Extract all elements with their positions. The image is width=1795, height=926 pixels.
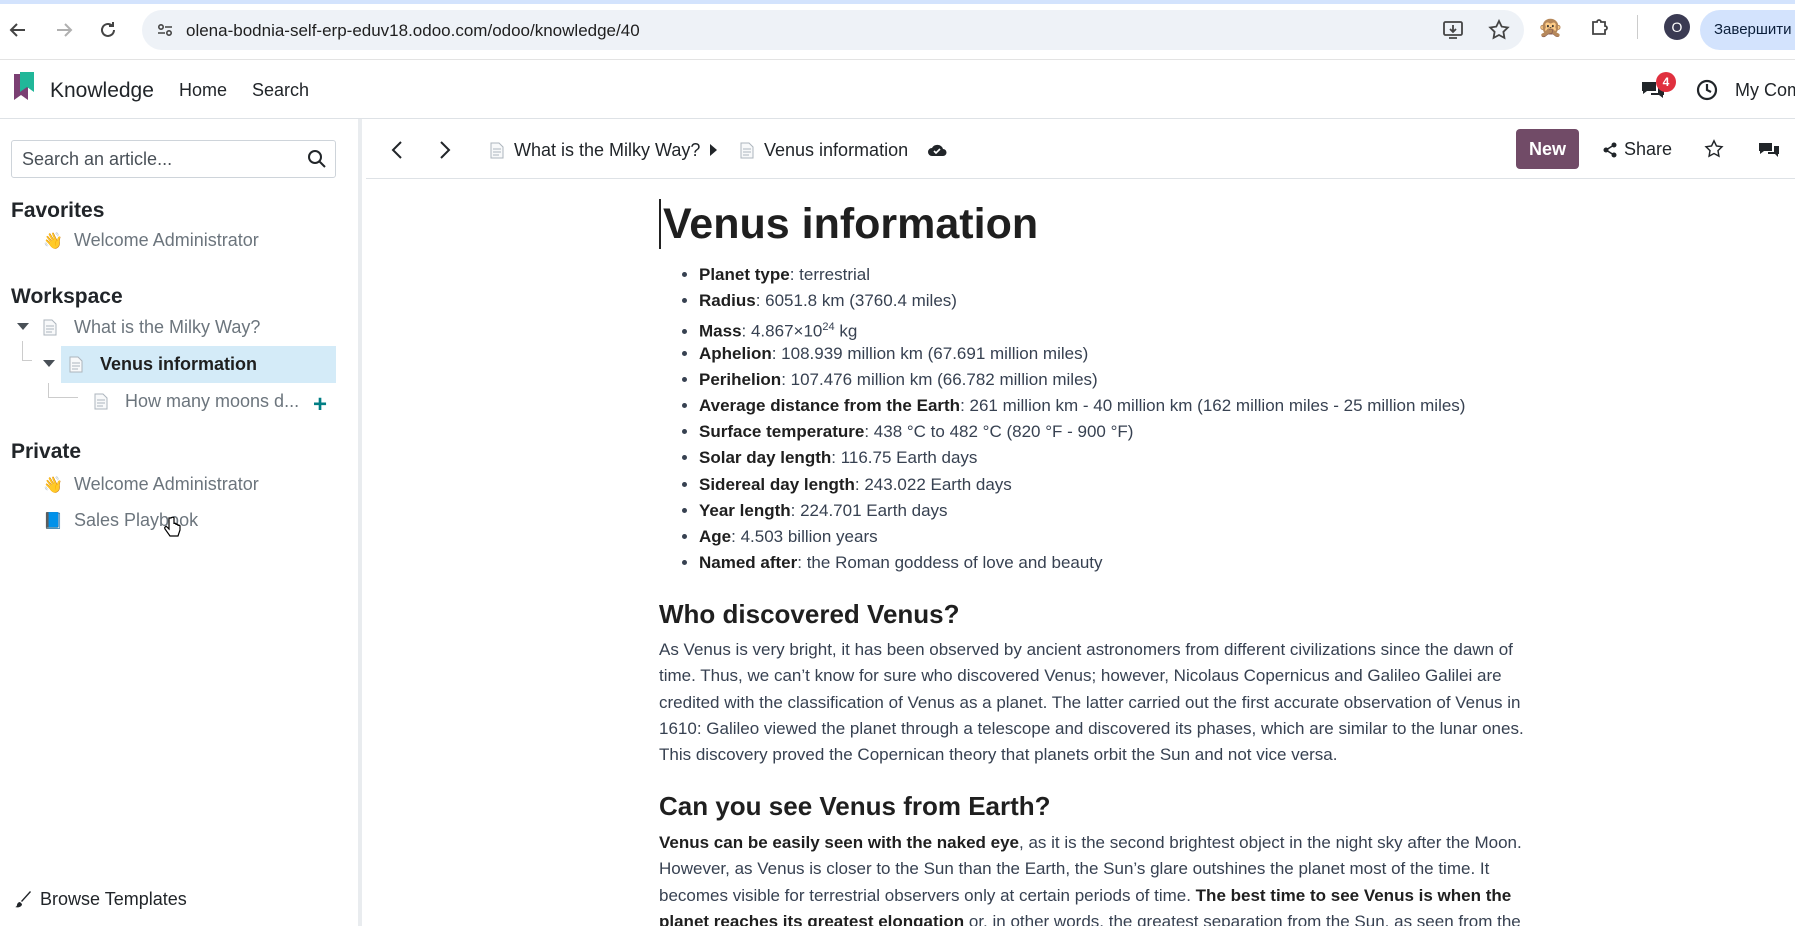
app-header: Knowledge Home Search 4 My Company — [0, 60, 1795, 119]
document-icon — [69, 356, 83, 373]
menu-search[interactable]: Search — [252, 80, 309, 101]
waving-hand-icon: 👋 — [43, 476, 63, 494]
breadcrumb-current: Venus information — [740, 140, 908, 161]
company-switcher[interactable]: My Company — [1735, 80, 1795, 101]
fact-item: Average distance from the Earth: 261 mil… — [699, 393, 1465, 419]
document-icon — [740, 142, 754, 159]
browser-toolbar: olena-bodnia-self-erp-eduv18.odoo.com/od… — [0, 0, 1795, 60]
bookmark-star-icon[interactable] — [1488, 19, 1510, 41]
fact-item: Solar day length: 116.75 Earth days — [699, 445, 1465, 471]
app-name[interactable]: Knowledge — [50, 79, 154, 103]
private-item-label: Welcome Administrator — [74, 474, 259, 494]
workspace-item-venus[interactable]: Venus information — [69, 354, 257, 375]
fact-item: Aphelion: 108.939 million km (67.691 mil… — [699, 341, 1465, 367]
paragraph-can-you-see: Venus can be easily seen with the naked … — [659, 833, 1522, 926]
caret-down-icon[interactable] — [43, 360, 55, 368]
messages-button[interactable]: 4 — [1640, 72, 1676, 102]
favorites-title: Favorites — [11, 199, 105, 222]
fact-item: Mass: 4.867×1024 kg — [699, 314, 1465, 341]
extensions-puzzle-icon[interactable] — [1589, 16, 1611, 38]
history-forward-icon[interactable] — [439, 141, 451, 159]
share-icon — [1603, 142, 1617, 157]
browse-templates-label: Browse Templates — [40, 889, 187, 909]
paintbrush-icon — [15, 890, 31, 907]
cloud-saved-icon — [928, 144, 947, 156]
share-button[interactable]: Share — [1602, 139, 1672, 160]
fact-item: Sidereal day length: 243.022 Earth days — [699, 472, 1465, 498]
breadcrumb-current-label: Venus information — [764, 140, 909, 160]
comments-icon[interactable] — [1758, 141, 1780, 159]
knowledge-logo-icon[interactable] — [12, 72, 36, 104]
heading-who-discovered: Who discovered Venus? — [659, 599, 960, 629]
loading-bar — [0, 0, 1795, 4]
tree-connector — [22, 341, 32, 361]
workspace-item-label: Venus information — [100, 354, 258, 374]
tree-connector — [48, 383, 78, 398]
paragraph-who-discovered: As Venus is very bright, it has been obs… — [659, 640, 1524, 765]
document-icon — [43, 319, 57, 336]
private-item-welcome-administrator[interactable]: 👋 Welcome Administrator — [43, 474, 259, 495]
menu-home[interactable]: Home — [179, 80, 227, 101]
private-title: Private — [11, 440, 82, 463]
breadcrumb-parent[interactable]: What is the Milky Way? — [490, 140, 700, 161]
fact-item: Perihelion: 107.476 million km (66.782 m… — [699, 367, 1465, 393]
workspace-item-milky-way[interactable]: What is the Milky Way? — [43, 317, 260, 338]
activity-clock-icon[interactable] — [1696, 79, 1718, 101]
workspace-item-label: What is the Milky Way? — [74, 317, 261, 337]
reload-button[interactable] — [92, 14, 124, 46]
waving-hand-icon: 👋 — [43, 232, 63, 250]
messages-count-badge: 4 — [1656, 72, 1676, 92]
finish-session-button[interactable]: Завершити — [1700, 10, 1795, 50]
install-app-icon[interactable] — [1442, 19, 1464, 41]
fact-item: Year length: 224.701 Earth days — [699, 498, 1465, 524]
reload-icon — [101, 22, 115, 37]
workspace-item-moons[interactable]: How many moons d... — [94, 391, 299, 412]
document-icon — [490, 142, 504, 159]
fact-item: Radius: 6051.8 km (3760.4 miles) — [699, 288, 1465, 314]
browse-templates-link[interactable]: Browse Templates — [14, 889, 187, 910]
article-body[interactable]: Venus information Planet type: terrestri… — [659, 179, 1549, 926]
article-search-input[interactable] — [12, 141, 302, 177]
add-article-plus-icon[interactable]: + — [313, 391, 327, 419]
forward-button[interactable] — [48, 14, 80, 46]
profile-avatar[interactable]: O — [1663, 14, 1690, 40]
workspace-title: Workspace — [11, 285, 123, 308]
share-label: Share — [1624, 139, 1673, 159]
facts-list: Planet type: terrestrial Radius: 6051.8 … — [699, 262, 1465, 576]
article-control-bar: What is the Milky Way? Venus information… — [366, 119, 1795, 179]
site-info-icon[interactable] — [156, 21, 174, 39]
favorite-label: Welcome Administrator — [74, 230, 259, 250]
url-text: olena-bodnia-self-erp-eduv18.odoo.com/od… — [186, 21, 640, 40]
arrow-right-icon — [57, 23, 73, 37]
extension-monkey-icon[interactable]: 🙊 — [1538, 15, 1563, 40]
breadcrumb-parent-label: What is the Milky Way? — [514, 140, 701, 160]
fact-item: Planet type: terrestrial — [699, 262, 1465, 288]
history-back-icon[interactable] — [391, 141, 403, 159]
hand-cursor-icon — [164, 517, 181, 537]
search-icon[interactable] — [307, 149, 327, 169]
favorite-star-icon[interactable] — [1704, 139, 1724, 159]
article-search — [11, 140, 336, 178]
back-button[interactable] — [2, 14, 34, 46]
breadcrumb-caret-icon — [710, 144, 717, 156]
caret-down-icon[interactable] — [17, 323, 29, 331]
workspace-item-label: How many moons d... — [125, 391, 300, 411]
separator — [1636, 15, 1638, 39]
fact-item: Surface temperature: 438 °C to 482 °C (8… — [699, 419, 1465, 445]
heading-can-you-see: Can you see Venus from Earth? — [659, 791, 1051, 821]
document-icon — [94, 393, 108, 410]
address-bar[interactable]: olena-bodnia-self-erp-eduv18.odoo.com/od… — [142, 10, 1524, 50]
blue-book-icon: 📘 — [43, 512, 63, 530]
knowledge-sidebar: Favorites 👋 Welcome Administrator Worksp… — [0, 119, 362, 926]
favorite-welcome-administrator[interactable]: 👋 Welcome Administrator — [43, 230, 259, 251]
article-title[interactable]: Venus information — [659, 199, 1038, 249]
arrow-left-icon — [9, 23, 25, 37]
new-article-button[interactable]: New — [1516, 129, 1579, 169]
fact-item: Named after: the Roman goddess of love a… — [699, 550, 1465, 576]
fact-item: Age: 4.503 billion years — [699, 524, 1465, 550]
